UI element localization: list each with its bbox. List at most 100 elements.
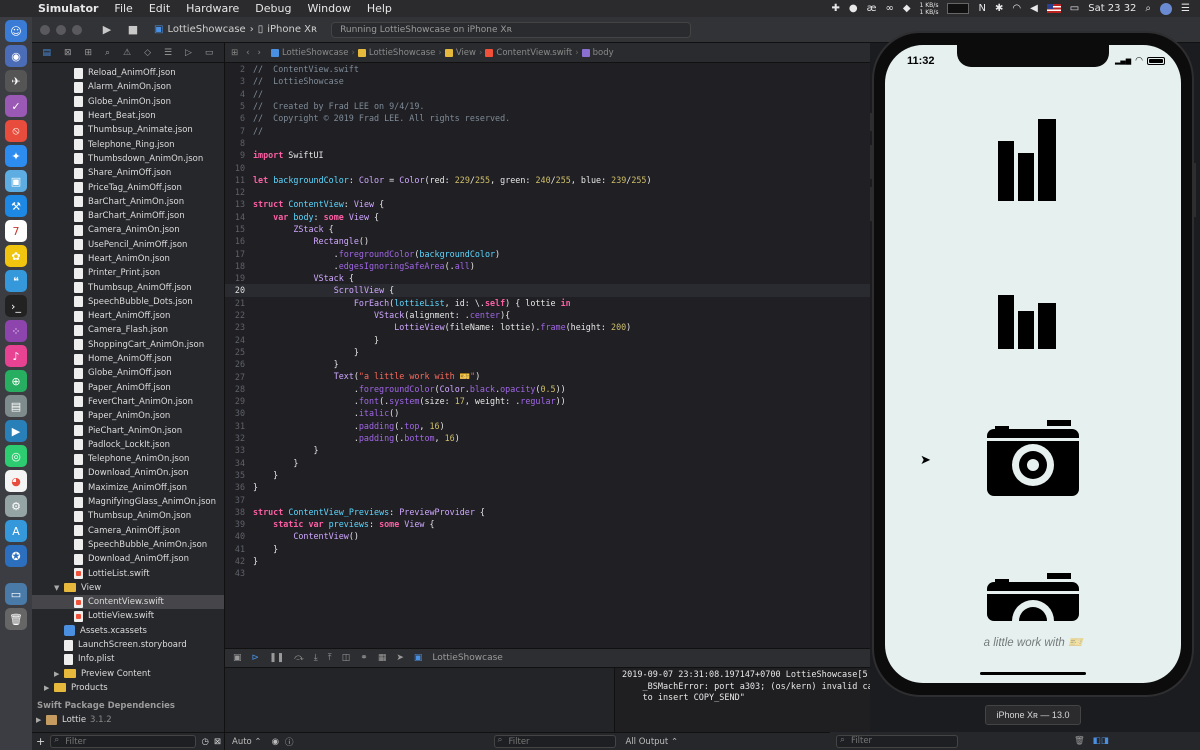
symbol-tab-icon[interactable]: ⊞ xyxy=(84,48,92,58)
wechat-icon[interactable]: ◎ xyxy=(5,445,27,467)
code-line[interactable]: 5// Created by Frad LEE on 9/4/19. xyxy=(225,100,870,112)
safari-icon[interactable]: ✦ xyxy=(5,145,27,167)
menu-hardware[interactable]: Hardware xyxy=(178,2,247,15)
file-item[interactable]: SpeechBubble_AnimOn.json xyxy=(32,538,224,552)
code-line[interactable]: 29 .font(.system(size: 17, weight: .regu… xyxy=(225,395,870,407)
line-number[interactable]: 41 xyxy=(225,544,253,554)
line-number[interactable]: 26 xyxy=(225,359,253,369)
code-line[interactable]: 24 } xyxy=(225,334,870,346)
tasks-app-icon[interactable]: ✓ xyxy=(5,95,27,117)
minimize-window-button[interactable] xyxy=(56,24,66,35)
breadcrumb-group[interactable]: LottieShowcase xyxy=(357,48,435,58)
back-icon[interactable]: ‹ xyxy=(246,48,249,58)
file-item-selected[interactable]: ContentView.swift xyxy=(32,594,224,610)
line-number[interactable]: 4 xyxy=(225,89,253,99)
preview-icon[interactable]: ▤ xyxy=(5,395,27,417)
file-item[interactable]: Download_AnimOff.json xyxy=(32,552,224,566)
scheme-selector[interactable]: ▣ LottieShowcase › ▯ iPhone Xʀ xyxy=(154,24,317,35)
code-line[interactable]: 39 static var previews: some View { xyxy=(225,518,870,530)
file-item[interactable]: Printer_Print.json xyxy=(32,266,224,280)
folder-item[interactable]: ▶ Preview Content xyxy=(32,666,224,680)
code-line[interactable]: 28 .foregroundColor(Color.black.opacity(… xyxy=(225,383,870,395)
blocker-app-icon[interactable]: ⦸ xyxy=(5,120,27,142)
code-line[interactable]: 22 VStack(alignment: .center){ xyxy=(225,309,870,321)
maps-icon[interactable]: ⊕ xyxy=(5,370,27,392)
line-number[interactable]: 5 xyxy=(225,101,253,111)
file-item[interactable]: Maximize_AnimOff.json xyxy=(32,481,224,495)
breadcrumb-file[interactable]: ContentView.swift xyxy=(485,48,572,58)
line-number[interactable]: 22 xyxy=(225,310,253,320)
file-item[interactable]: Camera_AnimOn.json xyxy=(32,223,224,237)
breadcrumb-view-folder[interactable]: View xyxy=(444,48,476,58)
line-number[interactable]: 29 xyxy=(225,396,253,406)
code-line[interactable]: 19 VStack { xyxy=(225,272,870,284)
file-item[interactable]: Paper_AnimOn.json xyxy=(32,409,224,423)
notification-center-icon[interactable]: ☰ xyxy=(1181,3,1190,14)
code-line[interactable]: 34 } xyxy=(225,457,870,469)
file-item[interactable]: Share_AnimOff.json xyxy=(32,166,224,180)
file-item[interactable]: BarChart_AnimOn.json xyxy=(32,195,224,209)
line-number[interactable]: 43 xyxy=(225,568,253,578)
calendar-icon[interactable]: 7 xyxy=(5,220,27,242)
code-line[interactable]: 42} xyxy=(225,555,870,567)
step-out-icon[interactable]: ⤒ xyxy=(328,653,332,663)
ae-icon[interactable]: æ xyxy=(867,3,877,14)
eye-icon[interactable]: ◉ xyxy=(272,737,279,747)
terminal-icon[interactable]: ›_ xyxy=(5,295,27,317)
split-view-icon[interactable]: ◧◨ xyxy=(1093,736,1109,746)
line-number[interactable]: 39 xyxy=(225,519,253,529)
file-item[interactable]: Home_AnimOff.json xyxy=(32,352,224,366)
code-line[interactable]: 4// xyxy=(225,88,870,100)
network-speed[interactable]: 1 KB/s 1 KB/s xyxy=(920,2,939,16)
console-filter-input[interactable]: Filter xyxy=(836,734,958,748)
variables-scope-select[interactable]: Auto ⌃ xyxy=(232,737,262,747)
code-line[interactable]: 30 .italic() xyxy=(225,407,870,419)
code-line[interactable]: 43 xyxy=(225,567,870,579)
mute-switch[interactable] xyxy=(870,113,873,131)
pause-icon[interactable]: ❚❚ xyxy=(269,653,284,663)
code-line[interactable]: 9 import SwiftUI xyxy=(225,149,870,161)
code-line[interactable]: 21 ForEach(lottieList, id: \.self) { lot… xyxy=(225,297,870,309)
code-line[interactable]: 18 .edgesIgnoringSafeArea(.all) xyxy=(225,260,870,272)
file-item[interactable]: Globe_AnimOff.json xyxy=(32,366,224,380)
search-icon[interactable]: ⌕ xyxy=(1145,3,1151,14)
code-line[interactable]: 33 } xyxy=(225,444,870,456)
line-number[interactable]: 20 xyxy=(225,285,253,295)
code-line[interactable]: 26 } xyxy=(225,358,870,370)
environment-overrides-icon[interactable]: ▦ xyxy=(378,653,387,663)
input-source-flag-icon[interactable] xyxy=(1046,4,1061,13)
file-item[interactable]: Thumbsdown_AnimOn.json xyxy=(32,152,224,166)
file-item[interactable]: Reload_AnimOff.json xyxy=(32,66,224,80)
line-number[interactable]: 35 xyxy=(225,470,253,480)
code-line[interactable]: 3// LottieShowcase xyxy=(225,75,870,87)
source-editor[interactable]: 2// ContentView.swift 3// LottieShowcase 4… xyxy=(225,63,870,648)
code-line[interactable]: 8 xyxy=(225,137,870,149)
xcode-icon[interactable]: ⚒ xyxy=(5,195,27,217)
file-item[interactable]: FeverChart_AnimOn.json xyxy=(32,395,224,409)
file-item[interactable]: PieChart_AnimOn.json xyxy=(32,423,224,437)
line-number[interactable]: 15 xyxy=(225,224,253,234)
line-number[interactable]: 10 xyxy=(225,163,253,173)
folder-item[interactable]: ▶ Products xyxy=(32,681,224,695)
breakpoint-tab-icon[interactable]: ▷ xyxy=(185,48,192,58)
line-number[interactable]: 9 xyxy=(225,150,253,160)
code-line[interactable]: 20 ScrollView { xyxy=(225,284,870,297)
menu-debug[interactable]: Debug xyxy=(247,2,299,15)
file-item[interactable]: BarChart_AnimOff.json xyxy=(32,209,224,223)
file-item[interactable]: Camera_AnimOff.json xyxy=(32,524,224,538)
menu-edit[interactable]: Edit xyxy=(141,2,178,15)
code-line[interactable]: 15 ZStack { xyxy=(225,223,870,235)
source-control-tab-icon[interactable]: ⊠ xyxy=(64,48,72,58)
file-item[interactable]: Globe_AnimOn.json xyxy=(32,95,224,109)
file-item[interactable]: LottieView.swift xyxy=(32,609,224,623)
code-line[interactable]: 25 } xyxy=(225,346,870,358)
line-number[interactable]: 2 xyxy=(225,64,253,74)
file-item[interactable]: Telephone_AnimOn.json xyxy=(32,452,224,466)
siri-icon[interactable]: ◉ xyxy=(5,45,27,67)
line-number[interactable]: 23 xyxy=(225,322,253,332)
file-item[interactable]: Alarm_AnimOn.json xyxy=(32,80,224,94)
view-hierarchy-icon[interactable]: ◫ xyxy=(342,653,351,663)
app-store-icon[interactable]: A xyxy=(5,520,27,542)
line-number[interactable]: 31 xyxy=(225,421,253,431)
line-number[interactable]: 34 xyxy=(225,458,253,468)
